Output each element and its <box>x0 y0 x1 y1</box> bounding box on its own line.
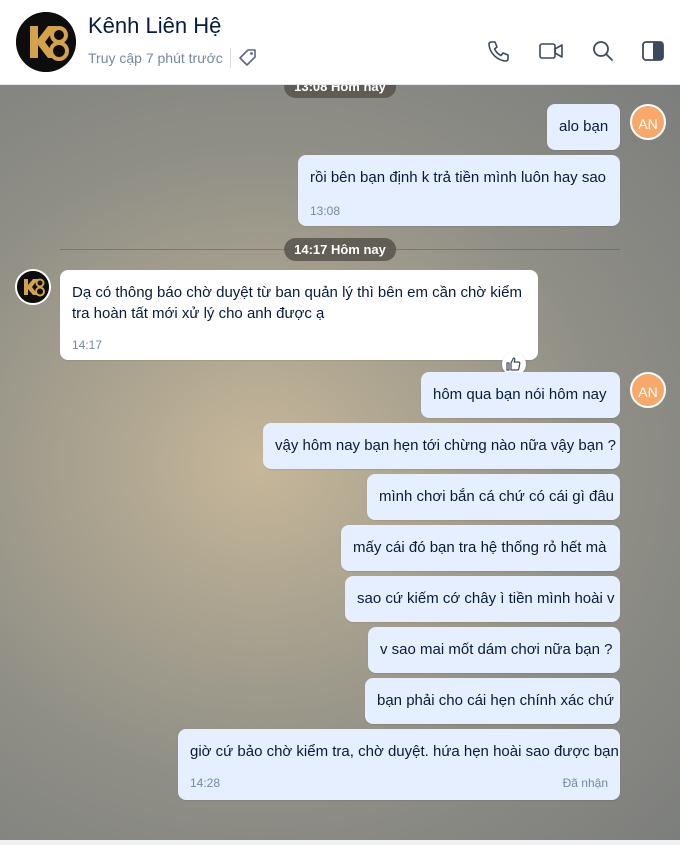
message-bubble[interactable]: rồi bên bạn định k trả tiền mình luôn ha… <box>298 155 620 226</box>
message-text: vậy hôm nay bạn hẹn tới chừng nào nữa vậ… <box>275 437 616 454</box>
k8-logo[interactable] <box>16 12 76 72</box>
bottom-strip <box>0 840 680 845</box>
chat-title: Kênh Liên Hệ <box>88 13 222 38</box>
message-bubble[interactable]: hôm qua bạn nói hôm nay <box>421 372 620 418</box>
message-bubble[interactable]: mình chơi bắn cá chứ có cái gì đâu <box>367 474 620 520</box>
search-icon[interactable] <box>590 38 616 64</box>
message-bubble[interactable]: vậy hôm nay bạn hẹn tới chừng nào nữa vậ… <box>263 423 620 469</box>
video-icon[interactable] <box>538 38 564 64</box>
chat-area[interactable]: 13:08 Hôm nay AN alo bạn rồi bên bạn địn… <box>0 84 680 840</box>
message-bubble[interactable]: bạn phải cho cái hẹn chính xác chứ <box>365 678 620 724</box>
message-bubble[interactable]: mấy cái đó bạn tra hệ thống rỏ hết mà <box>341 525 620 571</box>
message-text-line-1: Dạ có thông báo chờ duyệt từ ban quản lý… <box>72 284 522 301</box>
message-bubble[interactable]: sao cứ kiếm cớ chây ì tiền mình hoài v <box>345 576 620 622</box>
panel-toggle-icon[interactable] <box>640 38 666 64</box>
message-text: mấy cái đó bạn tra hệ thống rỏ hết mà <box>353 539 607 556</box>
phone-icon[interactable] <box>485 38 511 64</box>
message-text: alo bạn <box>559 118 609 135</box>
message-text-line-2: tra hoàn tất mới xử lý cho anh được ạ <box>72 305 325 322</box>
message-text: rồi bên bạn định k trả tiền mình luôn ha… <box>310 169 607 186</box>
message-text: sao cứ kiếm cớ chây ì tiền mình hoài v <box>357 590 615 607</box>
message-time: 14:17 <box>72 338 103 352</box>
message-text: giờ cứ bảo chờ kiểm tra, chờ duyệt. hứa … <box>190 743 619 760</box>
avatar[interactable]: AN <box>630 372 666 408</box>
message-time: 14:28 <box>190 776 221 790</box>
tag-icon[interactable] <box>238 48 258 68</box>
date-chip: 14:17 Hôm nay <box>284 238 396 261</box>
avatar[interactable] <box>15 269 51 305</box>
message-text: bạn phải cho cái hẹn chính xác chứ <box>377 692 614 709</box>
message-bubble[interactable]: alo bạn <box>547 104 620 150</box>
delivery-status: Đã nhận <box>562 776 608 790</box>
message-text: v sao mai mốt dám chơi nữa bạn ? <box>380 641 613 658</box>
date-chip: 13:08 Hôm nay <box>284 84 396 98</box>
message-bubble[interactable]: v sao mai mốt dám chơi nữa bạn ? <box>368 627 620 673</box>
chat-header: Kênh Liên Hệ Truy cập 7 phút trước <box>0 0 680 85</box>
message-text: hôm qua bạn nói hôm nay <box>433 386 607 403</box>
message-time: 13:08 <box>310 204 341 218</box>
header-separator <box>230 48 231 68</box>
message-bubble[interactable]: giờ cứ bảo chờ kiểm tra, chờ duyệt. hứa … <box>178 729 620 800</box>
avatar[interactable]: AN <box>630 104 666 140</box>
message-bubble[interactable]: Dạ có thông báo chờ duyệt từ ban quản lý… <box>60 270 538 360</box>
message-text: mình chơi bắn cá chứ có cái gì đâu <box>379 488 615 505</box>
last-seen-status: Truy cập 7 phút trước <box>88 50 223 66</box>
